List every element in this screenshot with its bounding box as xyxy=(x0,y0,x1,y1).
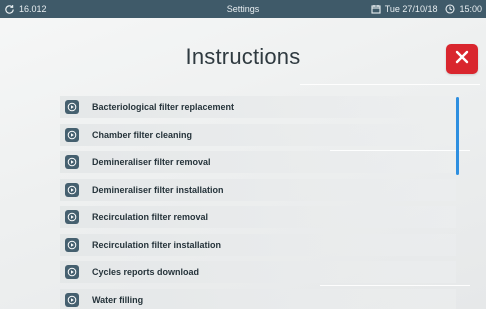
list-item[interactable]: Demineraliser filter removal xyxy=(60,151,456,173)
page-title: Instructions xyxy=(185,44,301,69)
list-item[interactable]: Cycles reports download xyxy=(60,261,456,283)
play-circle-icon xyxy=(65,155,79,169)
play-circle-icon xyxy=(65,292,79,307)
status-date: Tue 27/10/18 xyxy=(384,4,438,14)
play-circle-icon xyxy=(65,237,79,252)
list-item[interactable]: Recirculation filter removal xyxy=(60,206,456,228)
status-title: Settings xyxy=(226,4,260,14)
play-circle-icon xyxy=(65,182,79,197)
clock-icon xyxy=(445,4,456,14)
list-item-label: Water filling xyxy=(92,294,144,305)
list-item-label: Recirculation filter installation xyxy=(92,239,222,250)
list-item-label: Recirculation filter removal xyxy=(92,212,209,222)
calendar-icon xyxy=(371,4,381,14)
list-item-label: Chamber filter cleaning xyxy=(92,129,193,140)
list-item-label: Demineraliser filter removal xyxy=(92,157,211,167)
list-item[interactable]: Water filling xyxy=(60,288,456,309)
list-item[interactable]: Chamber filter cleaning xyxy=(60,123,456,146)
list-item-label: Demineraliser filter installation xyxy=(92,184,224,195)
status-time: 15:00 xyxy=(459,4,482,14)
play-circle-icon xyxy=(65,210,79,224)
status-bar: 16.012 Settings Tue 27/10/18 15:00 xyxy=(0,0,486,18)
list-item[interactable]: Demineraliser filter installation xyxy=(60,178,456,201)
scrollbar[interactable] xyxy=(456,97,459,175)
list-item-label: Cycles reports download xyxy=(92,267,200,277)
list-item[interactable]: Recirculation filter installation xyxy=(60,233,456,256)
close-icon xyxy=(455,50,469,69)
play-circle-icon xyxy=(65,127,79,142)
status-right: Tue 27/10/18 15:00 xyxy=(371,0,482,18)
list-item[interactable]: Bacteriological filter replacement xyxy=(60,96,456,118)
instructions-list: Bacteriological filter replacement Chamb… xyxy=(60,96,456,309)
play-circle-icon xyxy=(65,100,79,114)
play-circle-icon xyxy=(65,265,79,279)
background-line xyxy=(300,84,480,85)
list-item-label: Bacteriological filter replacement xyxy=(92,102,235,112)
close-button[interactable] xyxy=(446,44,478,74)
